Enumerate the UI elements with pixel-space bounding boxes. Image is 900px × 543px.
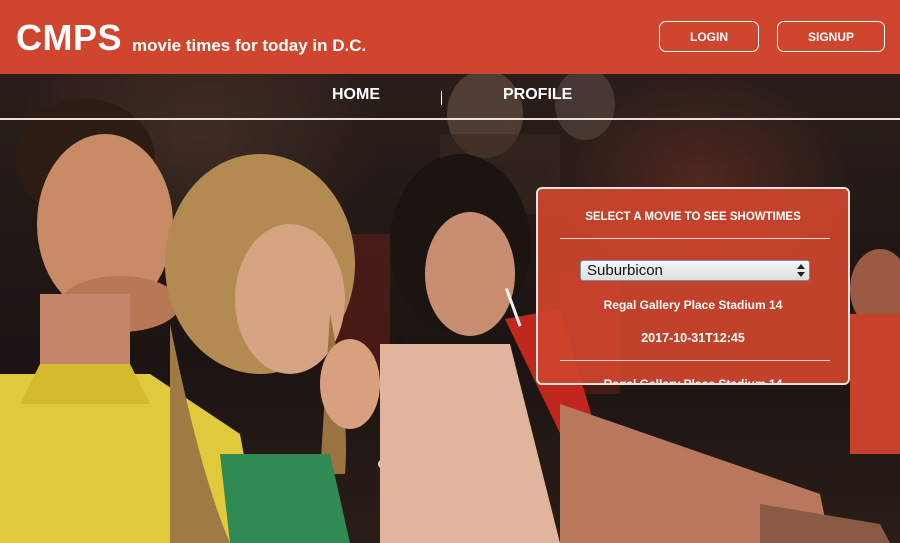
nav-divider — [0, 118, 900, 120]
main-nav: HOME PROFILE — [0, 74, 900, 118]
login-button[interactable]: LOGIN — [659, 21, 759, 52]
nav-separator — [441, 91, 442, 105]
header-tagline: movie times for today in D.C. — [132, 36, 367, 55]
panel-title: SELECT A MOVIE TO SEE SHOWTIMES — [585, 211, 801, 223]
showing-time: 2017-10-31T12:45 — [641, 331, 745, 345]
panel-divider — [560, 238, 830, 239]
nav-home-link[interactable]: HOME — [332, 86, 380, 104]
showing-theater: Regal Gallery Place Stadium 14 — [603, 377, 783, 385]
showtimes-panel: SELECT A MOVIE TO SEE SHOWTIMES Suburbic… — [536, 187, 850, 385]
movie-select-value: Suburbicon — [587, 262, 663, 279]
select-arrows-icon — [797, 264, 805, 277]
signup-button[interactable]: SIGNUP — [777, 21, 885, 52]
nav-profile-link[interactable]: PROFILE — [503, 86, 572, 104]
movie-select[interactable]: Suburbicon — [580, 260, 810, 281]
panel-divider — [560, 360, 830, 361]
showing-theater: Regal Gallery Place Stadium 14 — [603, 298, 783, 312]
top-header-bar: CMPS movie times for today in D.C. LOGIN… — [0, 0, 900, 74]
brand-logo-text[interactable]: CMPS — [16, 18, 122, 58]
